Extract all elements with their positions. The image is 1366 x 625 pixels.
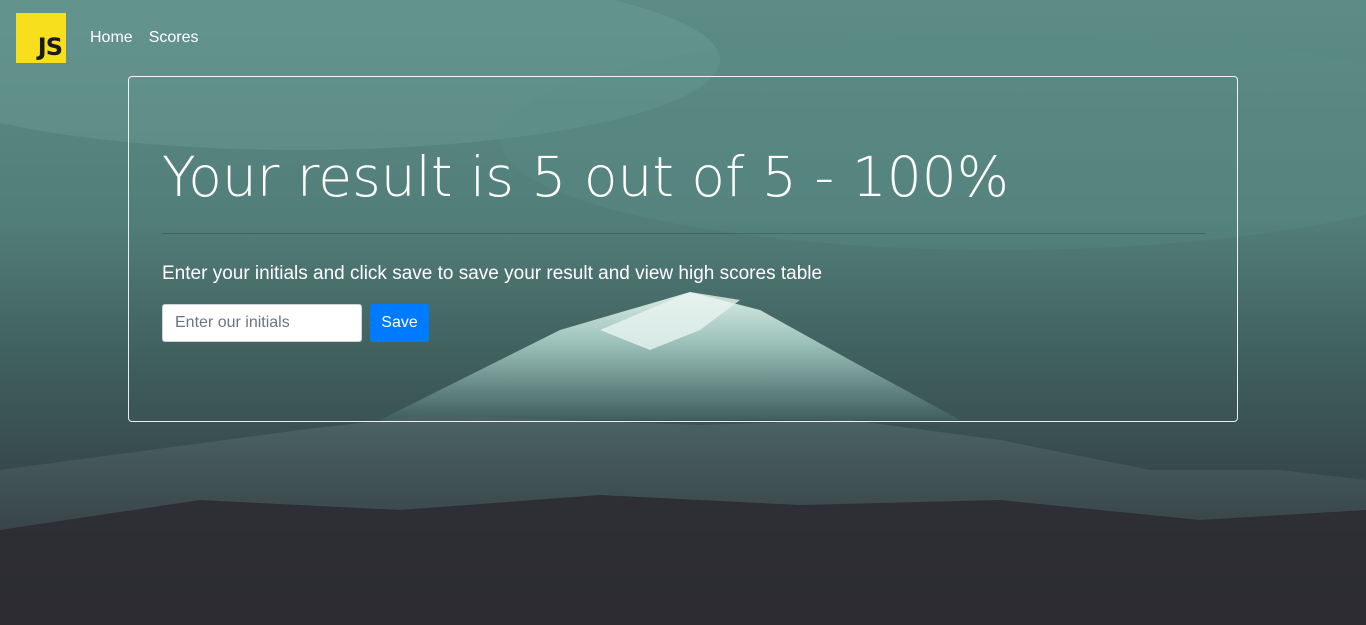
instructions-text: Enter your initials and click save to sa… — [162, 263, 823, 284]
nav-links: Home Scores — [90, 29, 198, 47]
js-logo[interactable]: JS — [16, 13, 66, 63]
initials-input[interactable] — [162, 304, 362, 342]
logo-text: JS — [37, 33, 63, 61]
nav-scores-link[interactable]: Scores — [149, 29, 199, 47]
nav-home-link[interactable]: Home — [90, 29, 133, 47]
save-score-form: Save — [162, 304, 429, 342]
save-button[interactable]: Save — [370, 304, 429, 342]
result-card: Your result is 5 out of 5 - 100% Enter y… — [128, 76, 1238, 422]
divider — [162, 233, 1206, 234]
result-title: Your result is 5 out of 5 - 100% — [162, 145, 1009, 209]
navbar: JS Home Scores — [16, 13, 198, 63]
